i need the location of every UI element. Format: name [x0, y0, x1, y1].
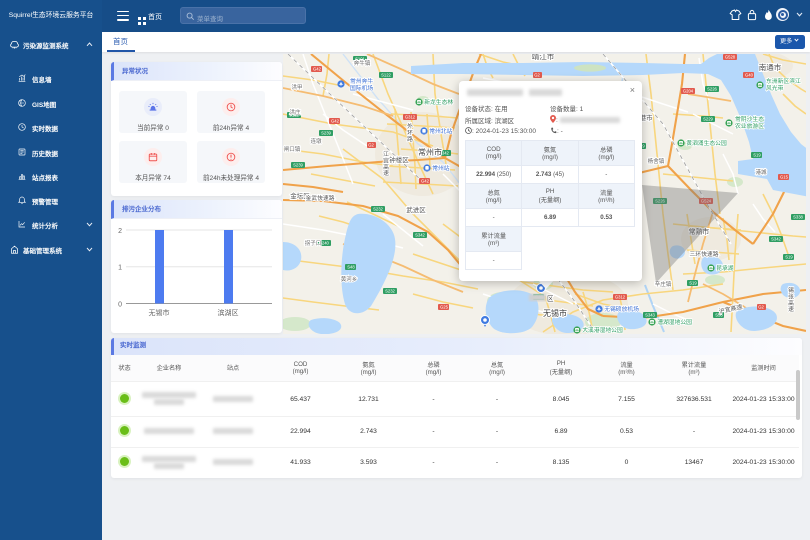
svg-text:S232: S232 [373, 207, 383, 212]
svg-text:环: 环 [407, 129, 413, 136]
svg-text:宜: 宜 [383, 156, 389, 164]
svg-text:0: 0 [118, 301, 122, 308]
svg-text:G312: G312 [615, 295, 626, 300]
svg-text:张: 张 [788, 292, 794, 300]
svg-text:G25: G25 [440, 305, 449, 310]
svg-text:外: 外 [407, 122, 413, 130]
svg-text:路: 路 [407, 135, 413, 143]
svg-text:S239: S239 [293, 163, 303, 168]
svg-text:昆承湖: 昆承湖 [716, 264, 734, 272]
svg-text:靖江市: 靖江市 [532, 54, 555, 61]
svg-text:G528: G528 [725, 55, 736, 60]
svg-text:漕湖湿地公园: 漕湖湿地公园 [657, 318, 692, 326]
svg-text:新龙生态林: 新龙生态林 [424, 98, 453, 106]
svg-text:S342: S342 [771, 237, 781, 242]
svg-text:常熟市: 常熟市 [689, 227, 710, 236]
svg-text:港城: 港城 [755, 168, 767, 176]
svg-text:G15: G15 [780, 175, 789, 180]
svg-text:常州站: 常州站 [432, 164, 450, 172]
svg-text:无锡硕放机场: 无锡硕放机场 [604, 305, 639, 313]
svg-text:南通市: 南通市 [759, 62, 782, 72]
svg-text:S48: S48 [347, 265, 355, 270]
svg-text:常州奔牛: 常州奔牛 [350, 77, 373, 85]
svg-text:大溪港湿地公园: 大溪港湿地公园 [582, 326, 623, 334]
svg-text:江: 江 [383, 151, 389, 158]
svg-text:G42: G42 [421, 179, 430, 184]
svg-text:奔牛镇: 奔牛镇 [354, 59, 371, 67]
svg-text:S342: S342 [415, 233, 425, 238]
svg-text:G204: G204 [683, 89, 694, 94]
svg-text:杨舍镇: 杨舍镇 [648, 157, 665, 165]
svg-text:黄河乡: 黄河乡 [341, 275, 358, 283]
svg-text:锡: 锡 [788, 286, 794, 294]
svg-text:G40: G40 [745, 73, 754, 78]
svg-text:G524: G524 [701, 199, 712, 204]
svg-text:2: 2 [118, 228, 122, 235]
svg-text:常州北站: 常州北站 [429, 127, 452, 135]
svg-text:速: 速 [383, 170, 389, 177]
svg-text:辛庄镇: 辛庄镇 [655, 280, 672, 288]
svg-text:速: 速 [788, 306, 794, 313]
svg-text:常州市: 常州市 [418, 147, 442, 157]
svg-text:S19: S19 [689, 281, 697, 286]
svg-text:风光带: 风光带 [766, 84, 784, 92]
svg-text:黄泗涌生态公园: 黄泗涌生态公园 [686, 139, 727, 147]
svg-text:洪甲: 洪甲 [291, 83, 302, 91]
svg-text:常阴沙生态: 常阴沙生态 [735, 115, 764, 123]
svg-text:G42: G42 [331, 119, 340, 124]
svg-text:滨湖区: 滨湖区 [218, 308, 239, 317]
svg-text:高: 高 [383, 163, 389, 171]
svg-text:金武快速路: 金武快速路 [306, 194, 335, 202]
svg-text:1: 1 [118, 264, 122, 271]
svg-text:农业旅游区: 农业旅游区 [735, 122, 764, 130]
svg-text:高: 高 [788, 299, 794, 307]
svg-text:S229: S229 [703, 117, 713, 122]
svg-text:S343: S343 [645, 313, 655, 318]
svg-text:S338: S338 [793, 215, 803, 220]
svg-text:G2: G2 [534, 73, 540, 78]
svg-text:闸口镇: 闸口镇 [284, 145, 301, 153]
svg-text:G2: G2 [368, 143, 374, 148]
svg-text:东洲新区滨江: 东洲新区滨江 [766, 77, 801, 85]
svg-text:S122: S122 [381, 73, 391, 78]
svg-text:区: 区 [547, 295, 554, 303]
svg-text:武进区: 武进区 [406, 205, 426, 214]
svg-text:洪庄: 洪庄 [289, 108, 301, 116]
svg-text:S19: S19 [753, 153, 761, 158]
svg-text:S226: S226 [655, 199, 665, 204]
svg-text:无锡市: 无锡市 [149, 308, 170, 317]
svg-text:S226: S226 [707, 87, 717, 92]
svg-text:连墩: 连墩 [310, 137, 322, 145]
svg-text:钟楼区: 钟楼区 [389, 155, 409, 164]
svg-text:国际机场: 国际机场 [350, 84, 373, 92]
svg-text:拐子口: 拐子口 [305, 239, 322, 247]
svg-text:G312: G312 [405, 115, 416, 120]
svg-text:S239: S239 [321, 131, 331, 136]
svg-text:无锡市: 无锡市 [543, 308, 567, 318]
svg-text:S19: S19 [785, 255, 793, 260]
svg-text:三环快速路: 三环快速路 [690, 250, 719, 258]
svg-text:G42: G42 [313, 67, 322, 72]
svg-text:G2: G2 [758, 305, 764, 310]
svg-text:S232: S232 [385, 289, 395, 294]
